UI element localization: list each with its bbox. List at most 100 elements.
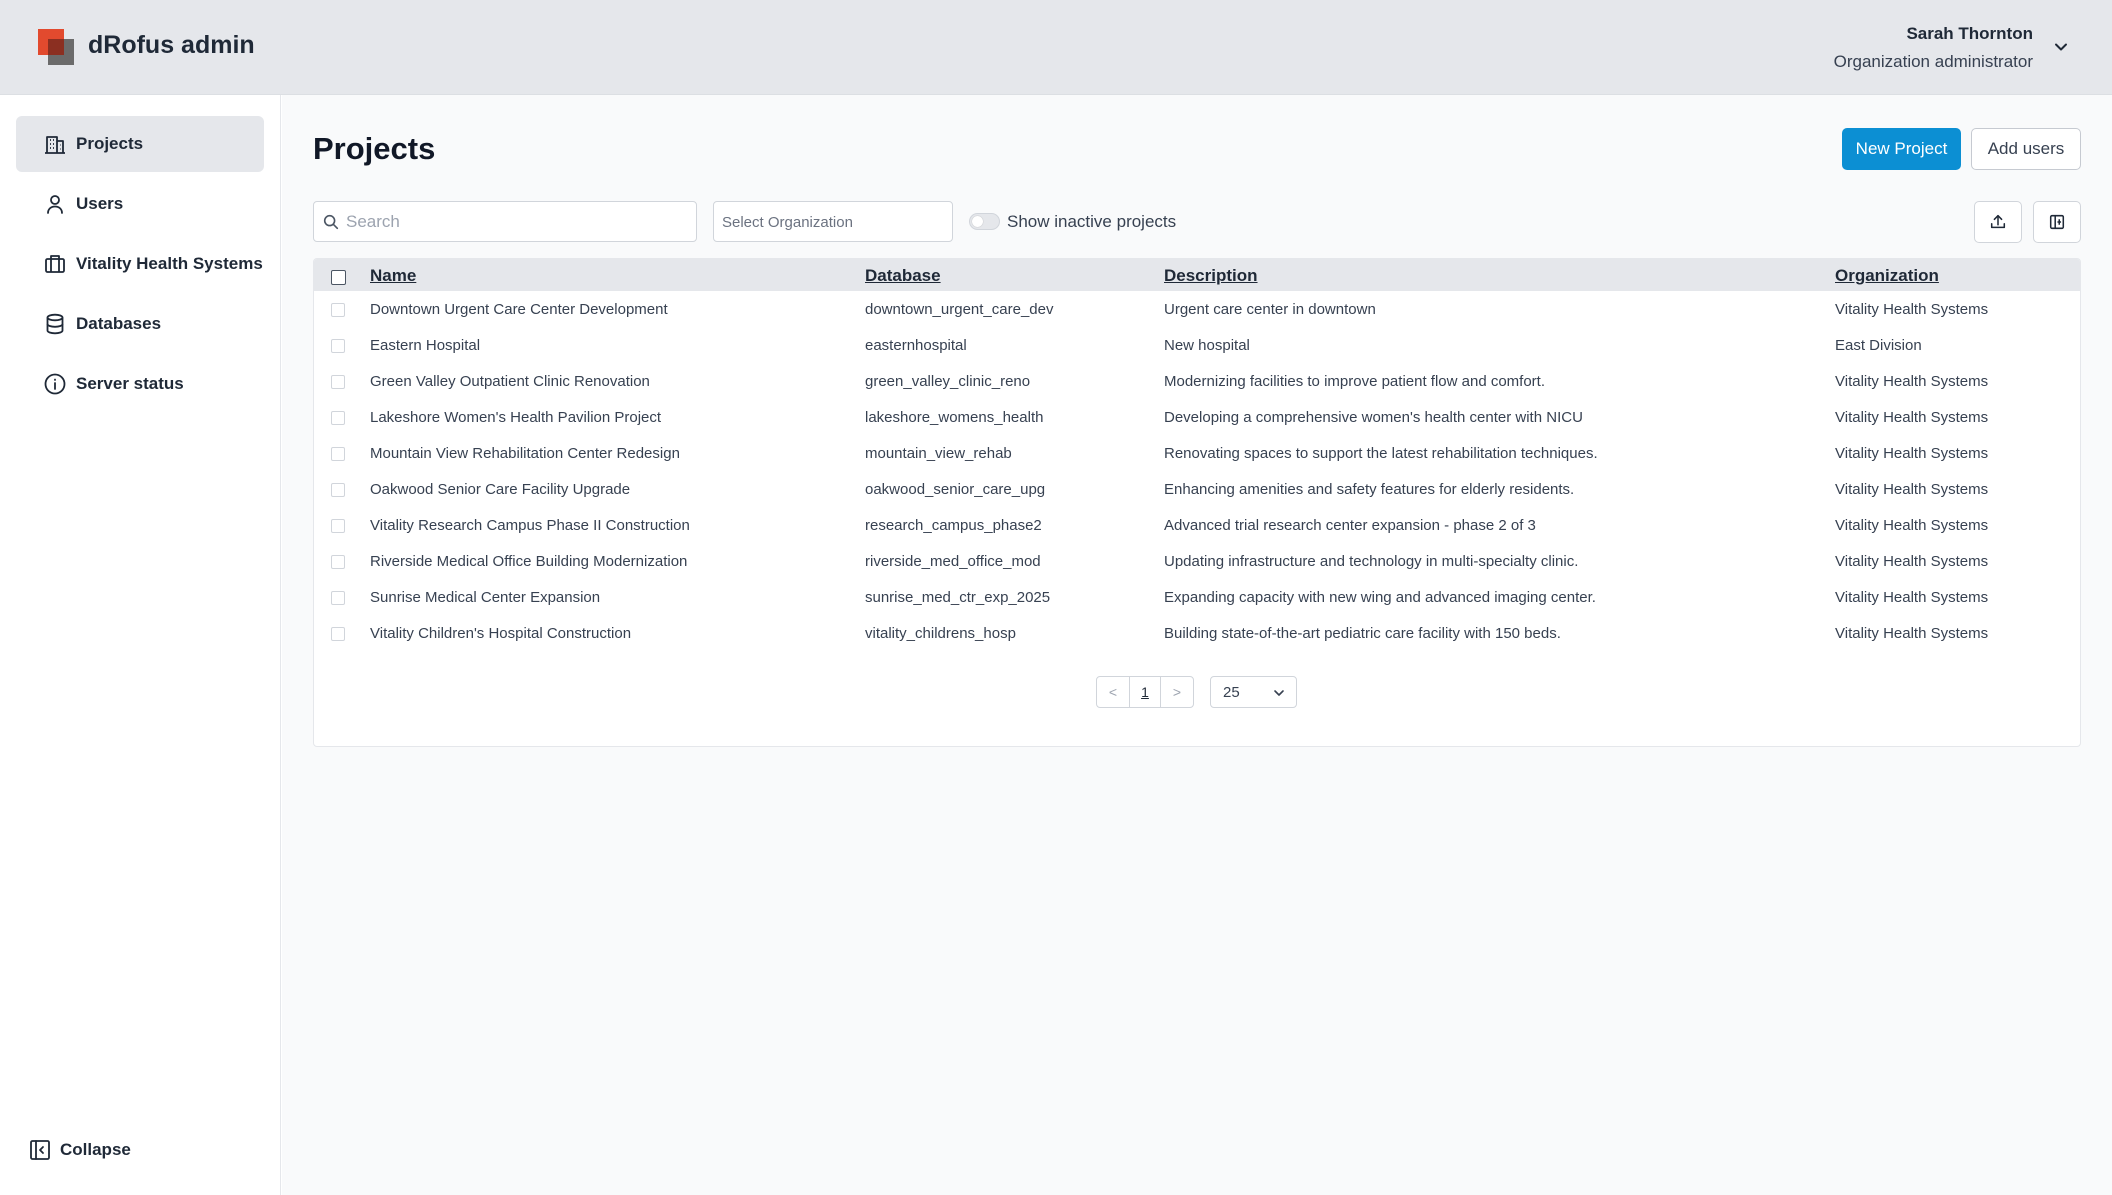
cell-description: New hospital	[1164, 337, 1250, 354]
sidebar-item-server-status[interactable]: Server status	[16, 356, 264, 412]
collapse-label: Collapse	[60, 1140, 131, 1159]
cell-description: Renovating spaces to support the latest …	[1164, 445, 1598, 462]
cell-description: Expanding capacity with new wing and adv…	[1164, 589, 1596, 606]
table-row[interactable]: Downtown Urgent Care Center Development …	[314, 291, 2080, 327]
search-box	[313, 201, 697, 242]
next-page-button[interactable]: >	[1161, 677, 1193, 707]
table-row[interactable]: Sunrise Medical Center Expansion sunrise…	[314, 579, 2080, 615]
sidebar-item-label: Vitality Health Systems	[76, 254, 263, 273]
export-button[interactable]	[1974, 201, 2022, 243]
cell-database: research_campus_phase2	[865, 517, 1042, 534]
row-checkbox[interactable]	[331, 447, 345, 461]
sidebar-item-projects[interactable]: Projects	[16, 116, 264, 172]
cell-organization: Vitality Health Systems	[1835, 553, 1989, 570]
chevron-down-icon[interactable]	[2051, 37, 2071, 57]
column-header-description[interactable]: Description	[1164, 266, 1258, 286]
cell-description: Building state-of-the-art pediatric care…	[1164, 625, 1561, 642]
projects-table: Name Database Description Organization D…	[313, 258, 2081, 747]
page-button-current[interactable]: 1	[1129, 677, 1161, 707]
pagination: < 1 >	[1096, 676, 1194, 708]
cell-organization: Vitality Health Systems	[1835, 625, 1989, 642]
info-icon	[44, 373, 66, 395]
sidebar-item-users[interactable]: Users	[16, 176, 264, 232]
row-checkbox[interactable]	[331, 375, 345, 389]
organization-select[interactable]: Select Organization	[713, 201, 953, 242]
show-inactive-label: Show inactive projects	[1007, 212, 1177, 231]
page-size-value: 25	[1223, 684, 1240, 701]
cell-name: Oakwood Senior Care Facility Upgrade	[370, 481, 631, 498]
search-icon	[323, 214, 339, 230]
cell-name: Lakeshore Women's Health Pavilion Projec…	[370, 409, 662, 426]
building-icon	[45, 136, 65, 154]
columns-button[interactable]	[2033, 201, 2081, 243]
prev-page-button[interactable]: <	[1097, 677, 1129, 707]
cell-description: Updating infrastructure and technology i…	[1164, 553, 1579, 570]
cell-description: Enhancing amenities and safety features …	[1164, 481, 1575, 498]
sidebar-item-databases[interactable]: Databases	[16, 296, 264, 352]
table-row[interactable]: Vitality Children's Hospital Constructio…	[314, 615, 2080, 651]
cell-database: mountain_view_rehab	[865, 445, 1012, 462]
sidebar-item-label: Server status	[76, 374, 184, 393]
page-size-select[interactable]: 25	[1210, 676, 1297, 708]
chevron-down-icon	[1274, 690, 1284, 696]
cell-database: vitality_childrens_hosp	[865, 625, 1016, 642]
cell-organization: Vitality Health Systems	[1835, 589, 1989, 606]
user-icon	[47, 195, 63, 214]
page-title: Projects	[313, 131, 436, 166]
briefcase-icon	[45, 255, 65, 273]
table-row[interactable]: Lakeshore Women's Health Pavilion Projec…	[314, 399, 2080, 435]
cell-organization: Vitality Health Systems	[1835, 373, 1989, 390]
cell-database: sunrise_med_ctr_exp_2025	[865, 589, 1051, 606]
sidebar-item-organization[interactable]: Vitality Health Systems	[16, 236, 264, 292]
cell-database: easternhospital	[865, 337, 967, 354]
cell-name: Eastern Hospital	[370, 337, 481, 354]
cell-organization: Vitality Health Systems	[1835, 409, 1989, 426]
user-role: Organization administrator	[1833, 52, 2033, 71]
cell-name: Sunrise Medical Center Expansion	[370, 589, 601, 606]
row-checkbox[interactable]	[331, 483, 345, 497]
row-checkbox[interactable]	[331, 411, 345, 425]
user-name[interactable]: Sarah Thornton	[1906, 24, 2033, 44]
add-users-button[interactable]: Add users	[1971, 128, 2081, 170]
table-row[interactable]: Vitality Research Campus Phase II Constr…	[314, 507, 2080, 543]
table-row[interactable]: Mountain View Rehabilitation Center Rede…	[314, 435, 2080, 471]
cell-name: Vitality Children's Hospital Constructio…	[370, 625, 632, 642]
row-checkbox[interactable]	[331, 591, 345, 605]
row-checkbox[interactable]	[331, 339, 345, 353]
app-title: dRofus admin	[88, 31, 255, 59]
cell-description: Modernizing facilities to improve patien…	[1164, 373, 1546, 390]
column-header-name[interactable]: Name	[370, 266, 416, 286]
table-row[interactable]: Eastern Hospital easternhospital New hos…	[314, 327, 2080, 363]
row-checkbox[interactable]	[331, 627, 345, 641]
row-checkbox[interactable]	[331, 555, 345, 569]
database-icon	[46, 313, 64, 335]
select-all-checkbox[interactable]	[331, 270, 346, 285]
search-input[interactable]	[346, 202, 691, 241]
collapse-sidebar-icon	[30, 1140, 50, 1160]
column-header-database[interactable]: Database	[865, 266, 941, 286]
row-checkbox[interactable]	[331, 303, 345, 317]
collapse-button[interactable]: Collapse	[28, 1138, 131, 1162]
table-row[interactable]: Riverside Medical Office Building Modern…	[314, 543, 2080, 579]
new-project-button[interactable]: New Project	[1842, 128, 1961, 170]
columns-icon	[2049, 214, 2065, 230]
show-inactive-toggle[interactable]	[969, 213, 1000, 230]
cell-database: oakwood_senior_care_upg	[865, 481, 1046, 498]
cell-description: Developing a comprehensive women's healt…	[1164, 409, 1583, 426]
cell-database: riverside_med_office_mod	[865, 553, 1041, 570]
cell-organization: Vitality Health Systems	[1835, 481, 1989, 498]
drofus-logo	[38, 29, 74, 65]
cell-organization: Vitality Health Systems	[1835, 301, 1989, 318]
row-checkbox[interactable]	[331, 519, 345, 533]
main-content: Projects New Project Add users Select Or…	[282, 95, 2112, 1195]
column-header-organization[interactable]: Organization	[1835, 266, 1939, 286]
table-header: Name Database Description Organization	[314, 259, 2080, 291]
cell-database: downtown_urgent_care_dev	[865, 301, 1054, 318]
cell-name: Mountain View Rehabilitation Center Rede…	[370, 445, 680, 462]
sidebar: Projects Users Vitality Health Systems D…	[0, 95, 281, 1195]
table-row[interactable]: Green Valley Outpatient Clinic Renovatio…	[314, 363, 2080, 399]
sidebar-item-label: Projects	[76, 134, 144, 153]
cell-organization: Vitality Health Systems	[1835, 445, 1989, 462]
top-bar: dRofus admin Sarah Thornton Organization…	[0, 0, 2112, 95]
table-row[interactable]: Oakwood Senior Care Facility Upgrade oak…	[314, 471, 2080, 507]
